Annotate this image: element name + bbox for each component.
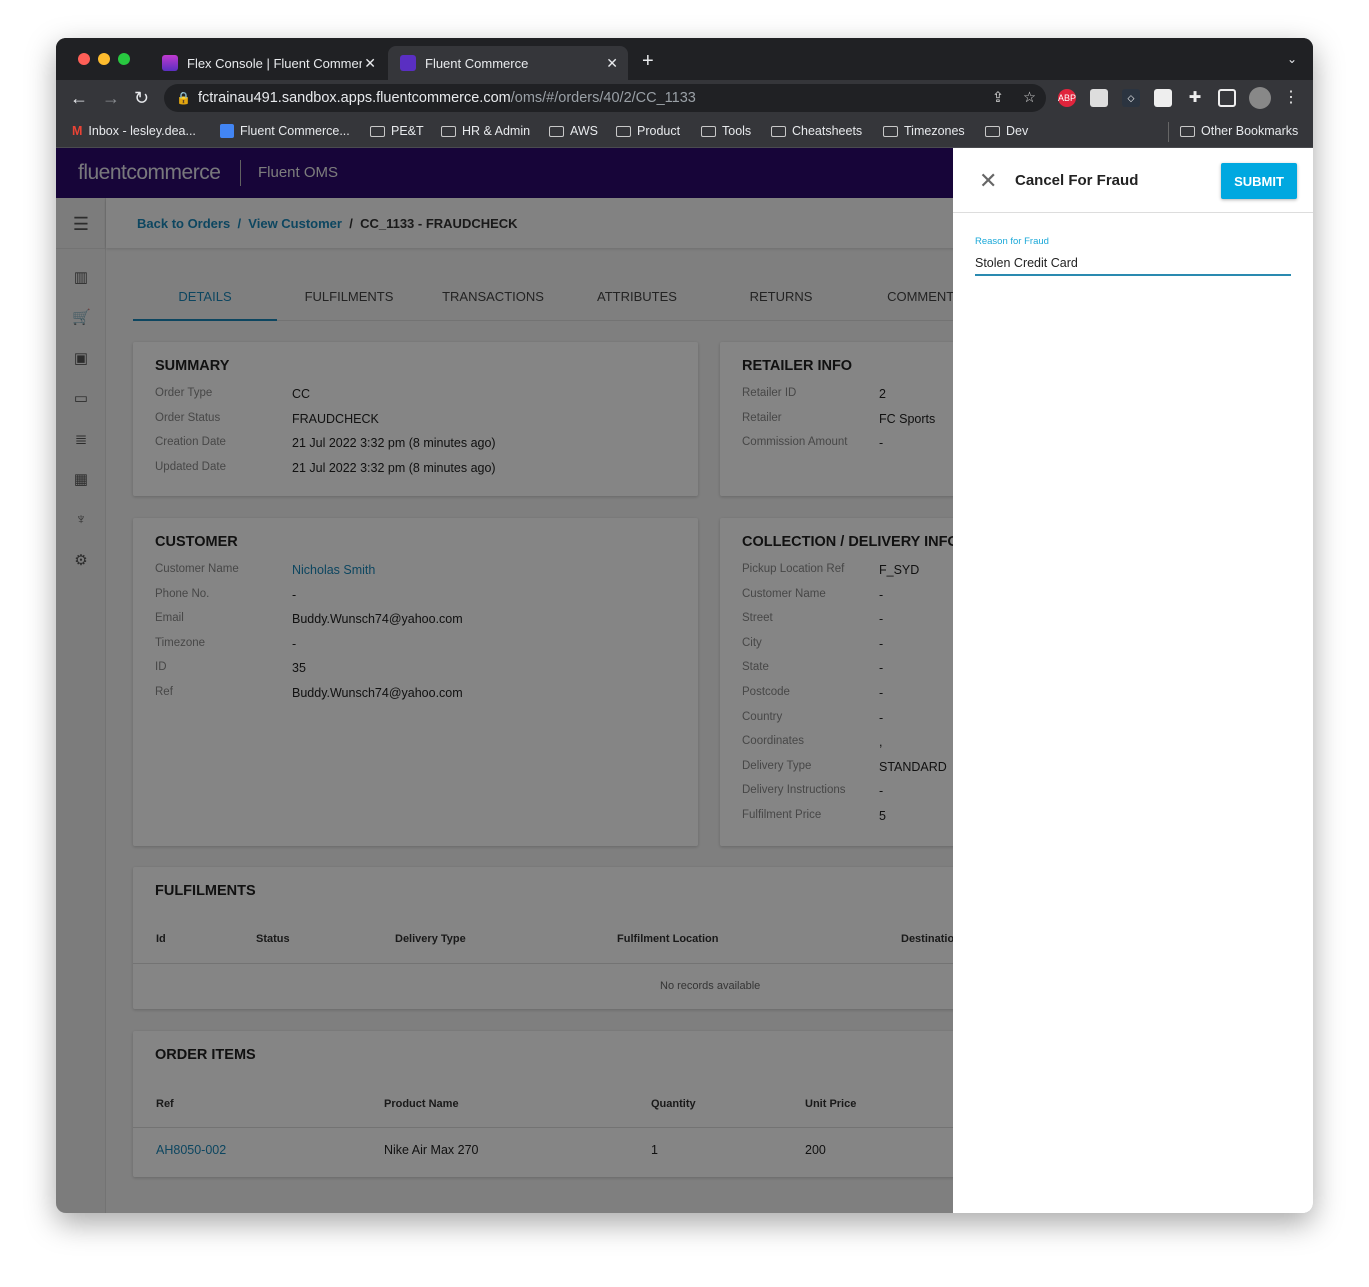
bookmark-label: Product (637, 124, 681, 138)
gmail-icon: M (72, 124, 83, 138)
menu-kebab-icon[interactable]: ⋮ (1282, 89, 1300, 107)
bookmark-folder[interactable]: Dev (985, 124, 1028, 138)
other-bookmarks[interactable]: Other Bookmarks (1180, 124, 1298, 138)
share-icon[interactable]: ⇪ (992, 84, 1004, 112)
folder-icon (985, 125, 1000, 137)
bookmark-folder[interactable]: Timezones (883, 124, 965, 138)
folder-icon (771, 125, 786, 137)
folder-icon (616, 125, 631, 137)
bookmark-label: Other Bookmarks (1201, 124, 1299, 138)
bookmark-folder[interactable]: Product (616, 124, 680, 138)
app: fluentcommerce Fluent OMS ☰ ▥ 🛒 ▣ ▭ ≣ ▦ … (56, 148, 1313, 1213)
bookmark-folder[interactable]: HR & Admin (441, 124, 530, 138)
address-bar-row: ← → ↻ fctrainau491.sandbox.apps.fluentco… (56, 80, 1313, 116)
bookmark-star-icon[interactable]: ☆ (1023, 84, 1036, 112)
close-window-button[interactable] (78, 53, 90, 65)
forward-icon[interactable]: → (102, 88, 120, 109)
tab-search-chevron-icon[interactable]: ⌄ (1287, 52, 1297, 66)
close-tab-icon[interactable]: ✕ (606, 55, 618, 72)
drawer-title: Cancel For Fraud (1015, 172, 1139, 189)
bookmark-label: PE&T (391, 124, 424, 138)
bookmark-label: Timezones (904, 124, 965, 138)
maximize-window-button[interactable] (118, 53, 130, 65)
url-host: fctrainau491.sandbox.apps.fluentcommerce… (198, 90, 511, 106)
lock-icon: 🔒 (176, 91, 191, 105)
extensions-puzzle-icon[interactable]: ✚ (1186, 89, 1204, 107)
bookmark-label: Tools (722, 124, 752, 138)
adblock-icon[interactable]: ABP (1058, 89, 1076, 107)
bookmark-label: Inbox - lesley.dea... (88, 124, 196, 138)
bookmark-label: Cheatsheets (792, 124, 863, 138)
incognito-extension-icon[interactable] (1090, 89, 1108, 107)
flex-favicon-icon (162, 55, 178, 71)
folder-icon (1180, 125, 1195, 137)
bookmark-gmail[interactable]: M Inbox - lesley.dea... (72, 124, 196, 138)
fluent-favicon-icon (400, 55, 416, 71)
tab-bar: Flex Console | Fluent Commerc ✕ Fluent Co… (56, 38, 1313, 80)
profile-avatar[interactable] (1249, 87, 1271, 109)
folder-icon (370, 125, 385, 137)
folder-icon (701, 125, 716, 137)
new-tab-button[interactable]: + (642, 50, 654, 73)
calendar-icon (220, 124, 234, 138)
close-tab-icon[interactable]: ✕ (364, 55, 376, 72)
bookmark-label: Fluent Commerce... (240, 124, 350, 138)
bookmark-folder[interactable]: PE&T (370, 124, 424, 138)
bookmark-fluent[interactable]: Fluent Commerce... (220, 124, 350, 138)
folder-icon (883, 125, 898, 137)
bookmark-label: Dev (1006, 124, 1029, 138)
reload-icon[interactable]: ↻ (134, 88, 149, 109)
divider (953, 212, 1313, 213)
bookmark-folder[interactable]: Tools (701, 124, 751, 138)
side-panel-icon[interactable] (1218, 89, 1236, 107)
reason-field-label: Reason for Fraud (975, 236, 1049, 247)
modal-backdrop[interactable] (56, 148, 1009, 1213)
qr-code-icon[interactable] (1154, 89, 1172, 107)
back-icon[interactable]: ← (70, 88, 88, 109)
browser-window: Flex Console | Fluent Commerc ✕ Fluent Co… (56, 38, 1313, 1213)
bookmark-label: HR & Admin (462, 124, 531, 138)
minimize-window-button[interactable] (98, 53, 110, 65)
browser-tab-fluent-commerce[interactable]: Fluent Commerce ✕ (388, 46, 628, 80)
bookmarks-bar: M Inbox - lesley.dea... Fluent Commerce..… (56, 116, 1313, 148)
bookmark-folder[interactable]: AWS (549, 124, 598, 138)
code-extension-icon[interactable]: ◇ (1122, 89, 1140, 107)
reason-for-fraud-input[interactable] (975, 252, 1291, 276)
bookmark-folder[interactable]: Cheatsheets (771, 124, 862, 138)
cancel-for-fraud-drawer: ✕ Cancel For Fraud SUBMIT Reason for Fra… (953, 148, 1313, 1213)
tab-title: Flex Console | Fluent Commerc (187, 55, 362, 71)
close-icon[interactable]: ✕ (979, 168, 997, 194)
bookmark-label: AWS (570, 124, 599, 138)
url-input[interactable]: fctrainau491.sandbox.apps.fluentcommerce… (164, 84, 1046, 112)
browser-tab-flex-console[interactable]: Flex Console | Fluent Commerc ✕ (150, 46, 386, 80)
folder-icon (549, 125, 564, 137)
url-path: /oms/#/orders/40/2/CC_1133 (510, 90, 696, 106)
divider (1168, 122, 1169, 142)
tab-title: Fluent Commerce (425, 55, 529, 71)
folder-icon (441, 125, 456, 137)
submit-button[interactable]: SUBMIT (1221, 163, 1297, 199)
